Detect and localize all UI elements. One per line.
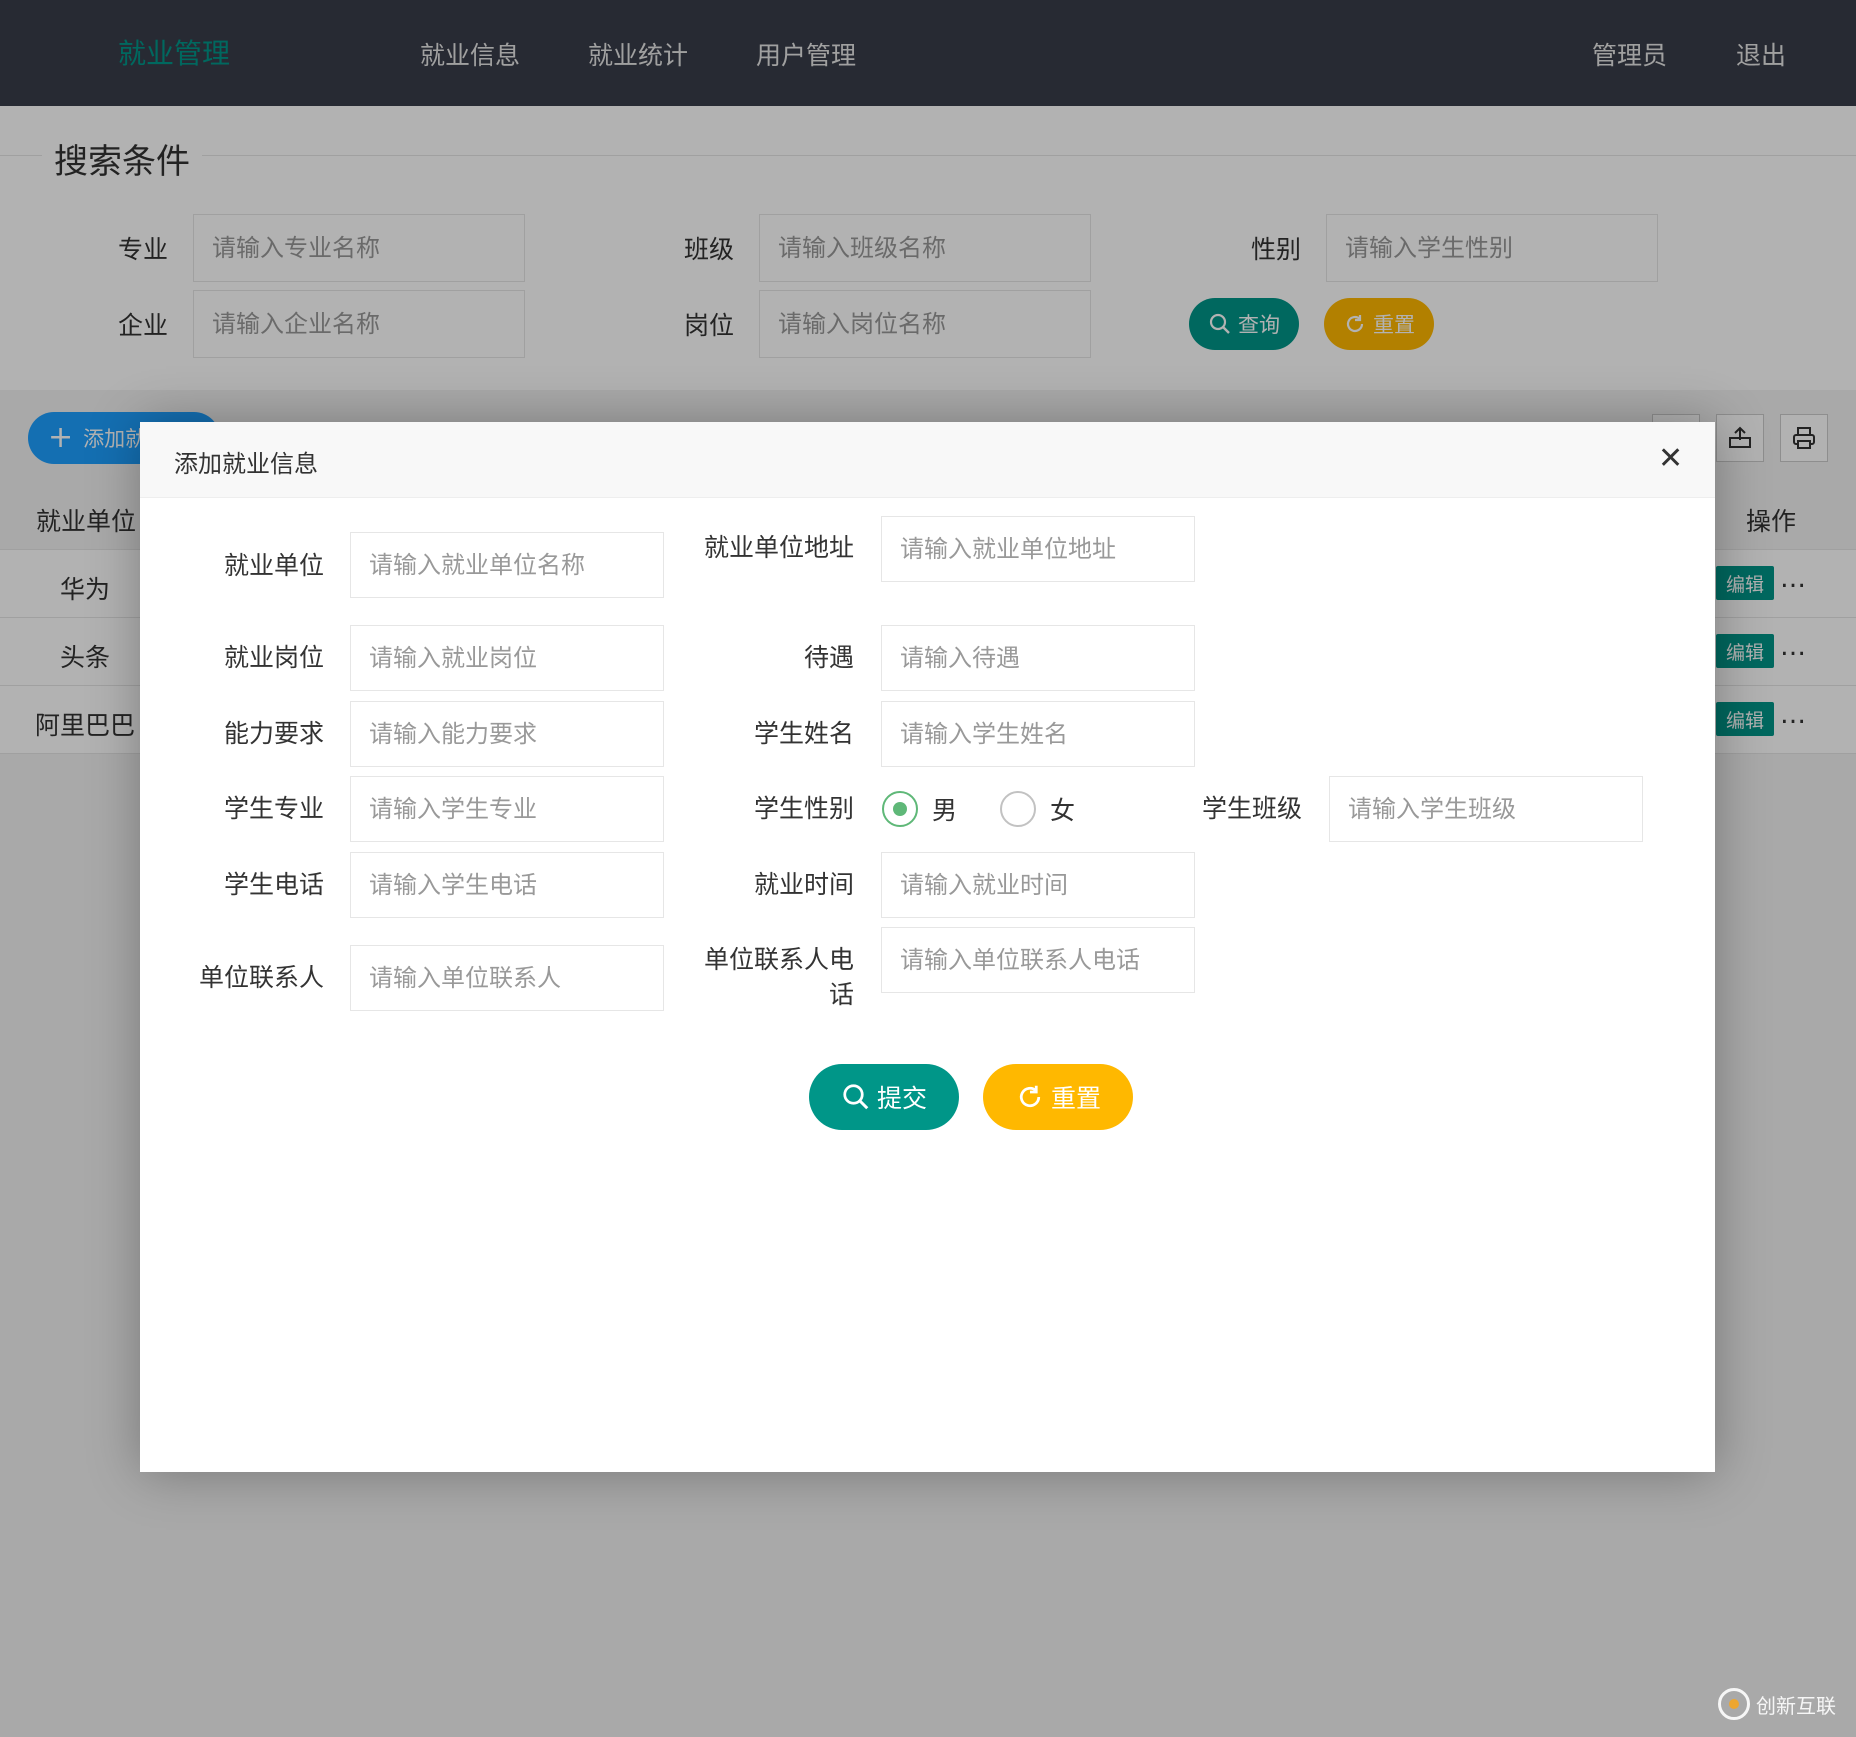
submit-label: 提交 <box>876 1084 927 1113</box>
student-name-input[interactable] <box>881 701 1195 767</box>
gender-radio-male[interactable]: 男 <box>882 791 957 827</box>
gender-female-label: 女 <box>1050 796 1076 825</box>
watermark-logo-icon <box>1718 1688 1750 1720</box>
gender-male-label: 男 <box>932 796 958 825</box>
unit-input[interactable] <box>350 532 664 598</box>
student-major-input[interactable] <box>350 776 664 842</box>
unit-label: 就业单位 <box>223 551 324 580</box>
gender-radio-female[interactable]: 女 <box>1000 791 1075 827</box>
employment-time-label: 就业时间 <box>753 870 854 899</box>
submit-button[interactable]: 提交 <box>809 1064 959 1130</box>
student-phone-input[interactable] <box>350 852 664 918</box>
student-class-label: 学生班级 <box>1201 794 1302 823</box>
student-name-label: 学生姓名 <box>753 719 854 748</box>
address-label: 就业单位地址 <box>704 533 855 562</box>
salary-input[interactable] <box>881 625 1195 691</box>
reset-button[interactable]: 重置 <box>983 1064 1133 1130</box>
contact-label: 单位联系人 <box>198 963 324 992</box>
ability-label: 能力要求 <box>223 719 324 748</box>
refresh-icon <box>1019 1085 1041 1108</box>
contact-phone-input[interactable] <box>881 927 1195 993</box>
radio-checked-icon <box>882 791 918 827</box>
ability-input[interactable] <box>350 701 664 767</box>
employment-time-input[interactable] <box>881 852 1195 918</box>
student-major-label: 学生专业 <box>223 794 324 823</box>
post-input[interactable] <box>350 625 664 691</box>
watermark-text: 创新互联 <box>1756 1693 1836 1718</box>
contact-input[interactable] <box>350 945 664 1011</box>
salary-label: 待遇 <box>803 643 854 672</box>
address-input[interactable] <box>881 516 1195 582</box>
modal-header: 添加就业信息 ✕ <box>140 422 1715 498</box>
post-label: 就业岗位 <box>223 643 324 672</box>
student-class-input[interactable] <box>1329 776 1643 842</box>
student-gender-label: 学生性别 <box>753 794 854 823</box>
contact-phone-label: 单位联系人电话 <box>704 945 855 1009</box>
modal-title: 添加就业信息 <box>174 450 318 478</box>
search-icon <box>843 1084 869 1110</box>
reset-label: 重置 <box>1050 1084 1101 1113</box>
watermark: 创新互联 <box>1718 1688 1836 1720</box>
student-phone-label: 学生电话 <box>223 870 324 899</box>
add-employment-modal: 添加就业信息 ✕ 就业单位 就业单位地址 就业岗位 待遇 能力要求 学生姓名 学… <box>140 422 1715 1472</box>
close-icon[interactable]: ✕ <box>1658 444 1683 474</box>
radio-unchecked-icon <box>1000 791 1036 827</box>
